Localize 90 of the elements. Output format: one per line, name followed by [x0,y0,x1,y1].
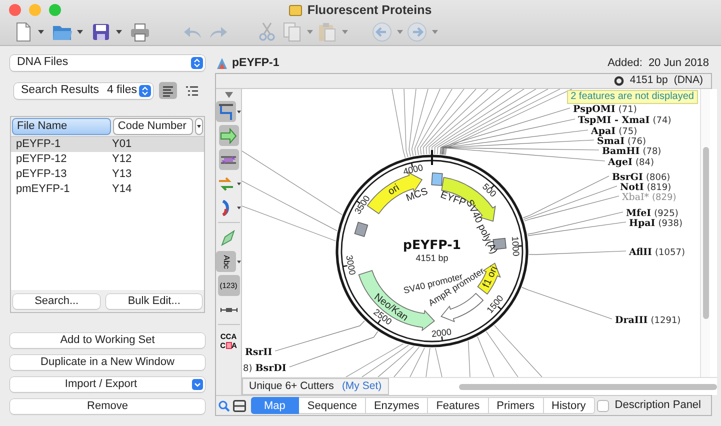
list-view-icon [161,84,175,98]
enzyme-label: HpaI (938) [629,218,682,229]
caret-icon[interactable] [237,260,241,264]
plasmid-name: pEYFP-1 [403,237,461,252]
search-icon[interactable] [218,400,230,412]
feature-tool-button[interactable] [218,125,238,146]
enzyme-label: AgeI (84) [608,157,654,168]
scale-label: 4000 [402,162,424,177]
sequence-length: 4151 bp [630,73,668,88]
enzyme-label: RsrII [245,347,272,358]
enzyme-set-tab[interactable]: Unique 6+ Cutters (My Set) [242,378,389,395]
scale-label: 500 [480,181,498,200]
search-scope-select[interactable]: Search Results 4 files [14,82,153,98]
caret-icon[interactable] [237,182,241,186]
strands-tool-button[interactable] [218,149,238,170]
view-tab[interactable]: Primers [488,397,544,414]
enzyme-label: XbaI* (829) [622,192,676,203]
view-tab[interactable]: Enzymes [366,397,428,414]
table-action-button[interactable]: Bulk Edit... [106,294,202,309]
file-row[interactable]: pEYFP-12 Y12 [11,152,204,167]
close-button[interactable] [9,4,21,16]
column-header[interactable]: File Name [12,118,111,135]
action-button[interactable]: Remove [10,399,205,414]
plasmid-length: 4151 bp [416,253,448,263]
view-tab[interactable]: Features [428,397,489,414]
file-row[interactable]: pmEYFP-1 Y14 [11,182,204,197]
action-button[interactable]: Duplicate in a New Window [10,355,205,370]
checkbox-label[interactable]: Description Panel [614,397,701,414]
enzyme-label: BamHI (78) [602,146,662,157]
list-view-button[interactable] [159,82,177,99]
caret-icon[interactable] [38,30,44,34]
feature-label: EYFP [438,190,468,209]
checkbox[interactable] [596,400,609,412]
scale-label: 1000 [510,236,522,257]
column-header[interactable]: Code Number [112,118,194,135]
enzyme-label: AflII (1057) [629,247,685,258]
file-row[interactable]: pEYFP-13 Y13 [11,167,204,182]
window-title: Fluorescent Proteins [307,2,432,19]
scrollbar-thumb[interactable] [702,147,708,319]
enzyme-label: ApaI (75) [591,126,638,137]
caret-icon[interactable] [237,110,241,114]
scrollbar-thumb[interactable] [458,384,717,390]
column-menu-button[interactable] [195,118,203,135]
enzyme-label: SmaI (76) [597,136,646,147]
view-tab[interactable]: History [544,397,595,414]
added-date: 20 Jun 2018 [648,56,709,72]
enzyme-label: MfeI (925) [626,208,678,219]
document-icon [215,57,228,70]
enzyme-tool-button[interactable] [216,101,236,122]
enzyme-cut-icon [218,104,234,120]
view-tab[interactable]: Sequence [299,397,366,414]
chevron-icon [192,379,203,390]
text-tool-button[interactable]: Abc [216,251,236,272]
enzyme-label: 8) BsrDI [243,363,286,374]
split-view-icon[interactable] [233,400,246,412]
scale-label: 3000 [344,254,358,276]
zoom-button[interactable] [49,4,61,16]
outline-view-icon [185,84,199,98]
app-icon [289,4,302,16]
added-label: Added: [608,56,642,72]
enzyme-label: TspMI - XmaI (74) [578,115,672,126]
primer-arrows-icon [218,176,234,192]
caret-icon[interactable] [77,30,83,34]
enzyme-label: PspOMI (71) [573,104,637,115]
action-button[interactable]: Add to Working Set [10,333,205,348]
caret-icon[interactable] [116,30,122,34]
sequence-type: (DNA) [674,73,703,88]
circular-dna-icon [614,76,624,86]
stepper-icon[interactable] [191,57,203,69]
caret-icon [197,125,202,128]
caret-icon[interactable] [224,92,232,98]
arrow-icon [220,128,237,144]
document-title: pEYFP-1 [232,56,280,71]
enzyme-label: NotI (819) [620,182,672,193]
ruler-icon [220,306,238,312]
feature-label: ori [386,182,402,198]
enzyme-label: BsrGI (806) [612,172,670,183]
notice-tooltip: 2 features are not displayed [566,90,698,104]
table-action-button[interactable]: Search... [13,294,100,309]
collection-select[interactable]: DNA Files [10,55,205,71]
printer-icon[interactable] [129,21,151,43]
file-row[interactable]: pEYFP-1 Y01 [11,137,204,152]
view-tab[interactable]: Map [251,397,300,414]
stepper-icon[interactable] [139,84,151,96]
feature-label: MCS [404,186,430,204]
caret-icon[interactable] [237,206,241,210]
pen-icon [220,230,237,246]
action-button[interactable]: Import / Export [10,377,205,392]
scale-label: 2000 [430,326,452,339]
enzyme-label: DraIII (1291) [615,315,681,326]
